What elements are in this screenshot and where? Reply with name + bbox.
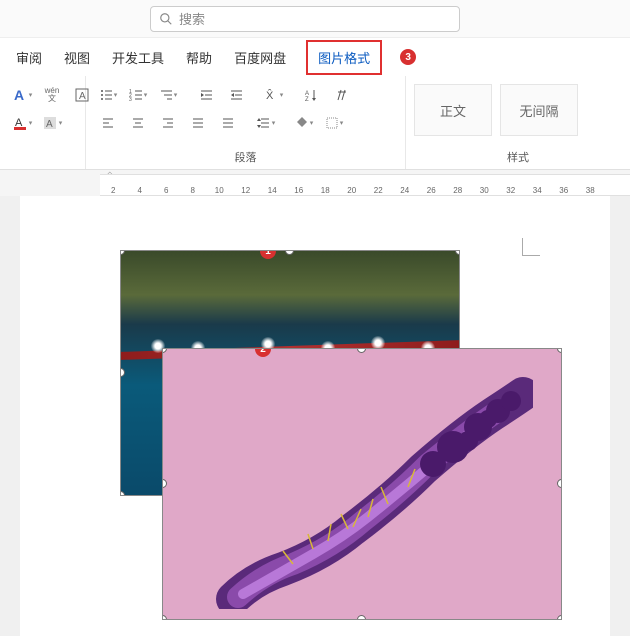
shading-button[interactable] bbox=[290, 110, 318, 136]
numbering-button[interactable]: 123 bbox=[124, 82, 152, 108]
group-styles: 正文 无间隔 样式 bbox=[406, 76, 630, 169]
selection-handle[interactable] bbox=[357, 615, 366, 620]
tab-picture-format[interactable]: 图片格式 bbox=[306, 40, 382, 75]
asian-layout-button[interactable]: X̂ bbox=[260, 82, 288, 108]
tab-developer[interactable]: 开发工具 bbox=[110, 44, 166, 71]
horizontal-ruler[interactable]: 2468101214161820222426283032343638 bbox=[100, 174, 630, 196]
text-effects-button[interactable]: A bbox=[8, 82, 36, 108]
svg-text:A: A bbox=[46, 119, 53, 130]
selection-handle[interactable] bbox=[162, 348, 167, 353]
indent-decrease-button[interactable] bbox=[192, 82, 220, 108]
search-icon bbox=[159, 12, 173, 26]
align-left-button[interactable] bbox=[94, 110, 122, 136]
svg-text:A: A bbox=[79, 91, 86, 102]
tab-help[interactable]: 帮助 bbox=[184, 44, 214, 71]
search-box[interactable]: 搜索 bbox=[150, 6, 460, 32]
style-nospacing[interactable]: 无间隔 bbox=[500, 84, 578, 136]
svg-text:A: A bbox=[14, 87, 24, 103]
svg-text:X̂: X̂ bbox=[266, 88, 274, 102]
page-corner-marker bbox=[522, 238, 540, 256]
sort-button[interactable]: AZ bbox=[298, 82, 326, 108]
align-justify-button[interactable] bbox=[184, 110, 212, 136]
selection-handle[interactable] bbox=[162, 615, 167, 620]
title-bar: 搜索 bbox=[0, 0, 630, 38]
align-center-button[interactable] bbox=[124, 110, 152, 136]
align-right-button[interactable] bbox=[154, 110, 182, 136]
selection-handle[interactable] bbox=[455, 250, 460, 255]
selection-handle[interactable] bbox=[120, 491, 125, 496]
selection-handle[interactable] bbox=[285, 250, 294, 255]
group-font: A wén文 A A A bbox=[0, 76, 86, 169]
ribbon-tabs: 审阅 视图 开发工具 帮助 百度网盘 图片格式 3 bbox=[0, 38, 630, 76]
highlight-button[interactable]: A bbox=[38, 110, 66, 136]
group-styles-label: 样式 bbox=[414, 147, 622, 167]
callout-3: 3 bbox=[400, 49, 416, 65]
selection-handle[interactable] bbox=[120, 250, 125, 255]
tab-baidu[interactable]: 百度网盘 bbox=[232, 44, 288, 71]
image-2-content bbox=[193, 369, 533, 609]
borders-button[interactable] bbox=[320, 110, 348, 136]
svg-text:Z: Z bbox=[305, 97, 309, 102]
page[interactable]: 1 bbox=[20, 196, 610, 636]
svg-text:3: 3 bbox=[129, 97, 132, 102]
search-placeholder: 搜索 bbox=[179, 9, 205, 28]
bullets-button[interactable] bbox=[94, 82, 122, 108]
font-color-button[interactable]: A bbox=[8, 110, 36, 136]
group-font-label bbox=[8, 163, 77, 167]
document-canvas: 1 bbox=[0, 196, 630, 636]
group-paragraph-label: 段落 bbox=[94, 147, 397, 167]
align-distribute-button[interactable] bbox=[214, 110, 242, 136]
callout-1: 1 bbox=[260, 250, 276, 259]
style-normal[interactable]: 正文 bbox=[414, 84, 492, 136]
ribbon: A wén文 A A A 123 bbox=[0, 76, 630, 170]
group-paragraph: 123 X̂ AZ bbox=[86, 76, 406, 169]
image-2[interactable]: 2 bbox=[162, 348, 562, 620]
selection-handle[interactable] bbox=[557, 479, 562, 488]
indent-increase-button[interactable] bbox=[222, 82, 250, 108]
selection-handle[interactable] bbox=[162, 479, 167, 488]
selection-handle[interactable] bbox=[557, 615, 562, 620]
callout-2: 2 bbox=[255, 348, 271, 357]
phonetic-button[interactable]: wén文 bbox=[38, 82, 66, 108]
tab-view[interactable]: 视图 bbox=[62, 44, 92, 71]
ruler-area: ◇ 2468101214161820222426283032343638 bbox=[0, 170, 630, 196]
selection-handle[interactable] bbox=[120, 368, 125, 377]
show-marks-button[interactable] bbox=[328, 82, 356, 108]
line-spacing-button[interactable] bbox=[252, 110, 280, 136]
selection-handle[interactable] bbox=[557, 348, 562, 353]
multilevel-button[interactable] bbox=[154, 82, 182, 108]
selection-handle[interactable] bbox=[357, 348, 366, 353]
tab-review[interactable]: 审阅 bbox=[14, 44, 44, 71]
